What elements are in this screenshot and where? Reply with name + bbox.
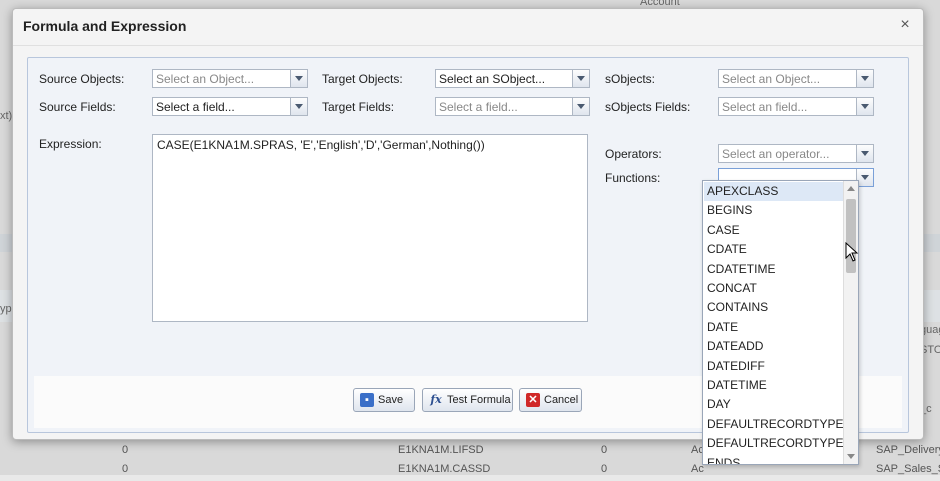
operators-label: Operators:	[605, 147, 662, 161]
function-option[interactable]: DATEDIFF	[704, 357, 844, 376]
function-option[interactable]: DEFAULTRECORDTYPEN...	[704, 434, 858, 453]
chevron-down-icon[interactable]	[856, 145, 873, 162]
fx-icon: fx	[430, 393, 442, 406]
close-icon[interactable]: ×	[897, 17, 913, 33]
scroll-up-icon[interactable]	[847, 186, 855, 191]
target-fields-select[interactable]: Select a field...	[435, 97, 590, 116]
function-option[interactable]: CONCAT	[704, 279, 844, 298]
source-fields-label: Source Fields:	[39, 100, 116, 114]
operators-select[interactable]: Select an operator...	[718, 144, 874, 163]
cancel-icon: ✕	[526, 393, 540, 407]
mouse-pointer-icon	[845, 242, 859, 262]
functions-label: Functions:	[605, 171, 661, 185]
bg-account-label: Account	[640, 0, 680, 8]
target-objects-label: Target Objects:	[322, 72, 403, 86]
function-option[interactable]: APEXCLASS	[704, 182, 844, 201]
expression-textarea[interactable]: CASE(E1KNA1M.SPRAS, 'E','English','D','G…	[152, 134, 588, 322]
function-option[interactable]: DAY	[704, 395, 844, 414]
sobjects-fields-label: sObjects Fields:	[605, 100, 691, 114]
dialog-titlebar[interactable]: Formula and Expression ×	[13, 9, 923, 46]
function-option[interactable]: CDATE	[704, 240, 844, 259]
dropdown-scrollbar[interactable]	[843, 181, 858, 464]
function-option[interactable]: ENDS	[704, 454, 844, 464]
chevron-down-icon[interactable]	[856, 70, 873, 87]
chevron-down-icon[interactable]	[290, 70, 307, 87]
function-option[interactable]: DEFAULTRECORDTYPEID	[704, 415, 855, 434]
chevron-down-icon[interactable]	[856, 98, 873, 115]
save-button[interactable]: ▪ Save	[353, 388, 415, 412]
sobjects-fields-select[interactable]: Select an field...	[718, 97, 874, 116]
function-option[interactable]: BEGINS	[704, 201, 844, 220]
bg-side-text: xt)	[0, 110, 13, 122]
sobjects-label: sObjects:	[605, 72, 656, 86]
target-fields-label: Target Fields:	[322, 100, 395, 114]
source-objects-label: Source Objects:	[39, 72, 125, 86]
source-objects-select[interactable]: Select an Object...	[152, 69, 308, 88]
source-fields-select[interactable]: Select a field...	[152, 97, 308, 116]
dialog-title: Formula and Expression	[23, 18, 187, 34]
target-objects-select[interactable]: Select an SObject...	[435, 69, 590, 88]
function-option[interactable]: DATEADD	[704, 337, 844, 356]
bg-side-text: yp	[0, 303, 12, 315]
functions-dropdown-list[interactable]: APEXCLASS BEGINS CASE CDATE CDATETIME CONCAT C…	[702, 180, 859, 465]
chevron-down-icon[interactable]	[290, 98, 307, 115]
function-option[interactable]: CDATETIME	[704, 260, 844, 279]
function-option[interactable]: DATETIME	[704, 376, 844, 395]
function-option[interactable]: DATE	[704, 318, 844, 337]
expression-label: Expression:	[39, 137, 102, 151]
cancel-button[interactable]: ✕ Cancel	[519, 388, 582, 412]
test-formula-button[interactable]: fx Test Formula	[422, 388, 513, 412]
save-icon: ▪	[360, 393, 374, 407]
chevron-down-icon[interactable]	[572, 70, 589, 87]
chevron-down-icon[interactable]	[572, 98, 589, 115]
scroll-down-icon[interactable]	[847, 454, 855, 459]
function-option[interactable]: CONTAINS	[704, 298, 844, 317]
sobjects-select[interactable]: Select an Object...	[718, 69, 874, 88]
function-option[interactable]: CASE	[704, 221, 844, 240]
